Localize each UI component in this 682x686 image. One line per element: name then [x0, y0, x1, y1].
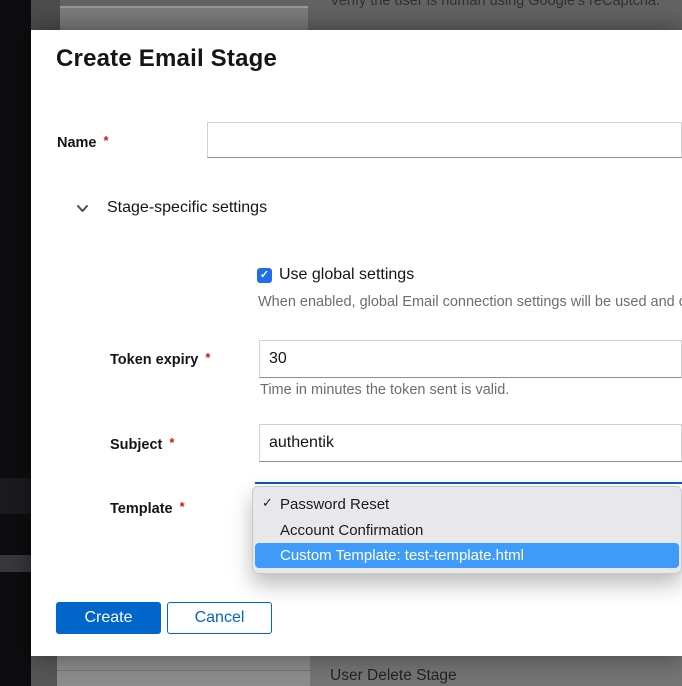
dropdown-option-label: Custom Template: test-template.html: [280, 547, 524, 564]
required-asterisk: *: [180, 499, 185, 514]
name-label: Name *: [57, 133, 109, 151]
dimmed-row-title: User Delete Stage: [330, 667, 457, 685]
subject-label: Subject *: [110, 435, 174, 453]
dropdown-option-custom-template[interactable]: Custom Template: test-template.html: [255, 543, 679, 568]
checkmark-icon: ✓: [262, 495, 273, 511]
template-label: Template *: [110, 499, 185, 517]
stage-specific-settings-toggle[interactable]: Stage-specific settings: [75, 199, 267, 217]
use-global-settings-checkbox[interactable]: ✓: [257, 268, 272, 283]
chevron-down-icon: [75, 201, 90, 216]
subject-label-text: Subject: [110, 437, 162, 453]
token-expiry-input[interactable]: [259, 340, 682, 378]
cancel-button[interactable]: Cancel: [167, 602, 272, 634]
dimmed-table-gutter: [30, 0, 60, 30]
create-email-stage-modal: Create Email Stage Name * Stage-specific …: [31, 30, 682, 656]
section-label: Stage-specific settings: [107, 199, 267, 217]
token-expiry-help: Time in minutes the token sent is valid.: [260, 382, 509, 398]
subject-input[interactable]: [259, 424, 682, 462]
checkmark-icon: ✓: [260, 270, 269, 281]
dropdown-option-password-reset[interactable]: ✓ Password Reset: [253, 491, 681, 517]
token-expiry-label-text: Token expiry: [110, 352, 198, 368]
required-asterisk: *: [104, 133, 109, 148]
use-global-settings-label[interactable]: Use global settings: [279, 266, 414, 284]
dimmed-page-top: Verify the user is human using Google's …: [30, 0, 682, 30]
dimmed-table-gutter: [30, 656, 57, 686]
template-select-focus-border: [255, 482, 682, 484]
template-dropdown-menu: ✓ Password Reset Account Confirmation Cu…: [252, 486, 682, 574]
screen: Verify the user is human using Google's …: [0, 0, 682, 686]
use-global-settings-help: When enabled, global Email connection se…: [258, 294, 682, 310]
template-label-text: Template: [110, 501, 173, 517]
app-sidebar: [0, 0, 31, 686]
dropdown-option-label: Password Reset: [280, 496, 389, 513]
create-button[interactable]: Create: [56, 602, 161, 634]
sidebar-item: [0, 555, 31, 572]
dimmed-row-description: Verify the user is human using Google's …: [330, 0, 660, 9]
dropdown-option-label: Account Confirmation: [280, 522, 423, 539]
name-input[interactable]: [207, 122, 682, 158]
dimmed-table-divider: [57, 670, 310, 671]
sidebar-item-highlighted: [0, 478, 31, 514]
dropdown-option-account-confirmation[interactable]: Account Confirmation: [253, 517, 681, 543]
dimmed-table-cell: [57, 656, 310, 686]
name-label-text: Name: [57, 135, 97, 151]
required-asterisk: *: [205, 350, 210, 365]
dimmed-table-cell: [60, 6, 308, 30]
dimmed-page-bottom: User Delete Stage: [30, 656, 682, 686]
required-asterisk: *: [169, 435, 174, 450]
modal-title: Create Email Stage: [56, 45, 277, 73]
token-expiry-label: Token expiry *: [110, 350, 210, 368]
